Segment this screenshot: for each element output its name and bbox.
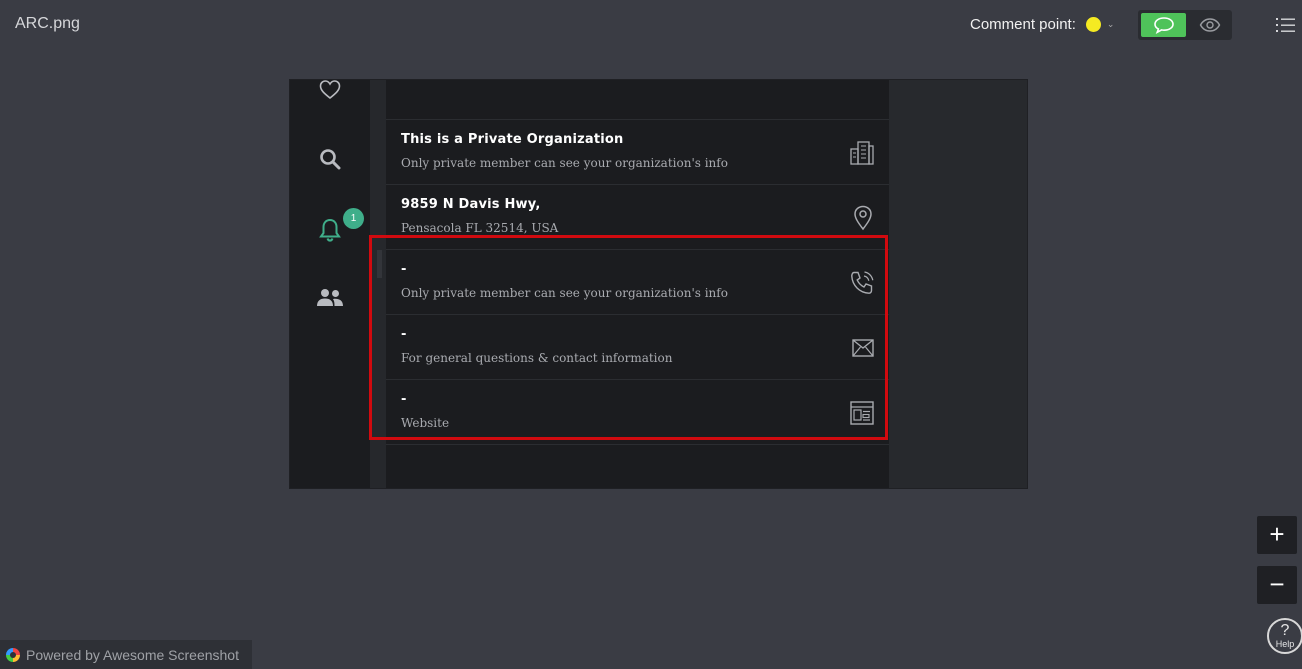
list-divider [386,444,889,488]
speech-bubble-icon [1153,17,1174,34]
comment-color-swatch[interactable] [1085,17,1101,32]
row-subtitle: Pensacola FL 32514, USA [401,221,559,235]
powered-by-footer[interactable]: Powered by Awesome Screenshot [0,640,252,669]
view-mode-button[interactable] [1190,13,1230,37]
heart-icon[interactable] [319,80,341,105]
row-title: 9859 N Davis Hwy, [401,197,541,212]
view-mode-toggle[interactable] [1138,10,1232,40]
users-icon[interactable] [316,288,344,313]
row-title: This is a Private Organization [401,132,624,147]
building-icon [849,140,875,171]
list-menu-icon[interactable] [1276,17,1296,38]
row-subtitle: Only private member can see your organiz… [401,156,728,170]
search-icon[interactable] [319,148,341,175]
eye-icon [1199,18,1221,32]
comment-point-selector[interactable]: Comment point: ⌄ [970,16,1114,33]
help-button[interactable]: ? Help [1267,618,1302,654]
help-label: Help [1275,639,1295,649]
highlight-annotation-box[interactable] [369,235,888,440]
powered-by-text: Powered by Awesome Screenshot [26,646,239,663]
bell-icon[interactable] [319,218,341,247]
question-mark-icon: ? [1280,622,1290,639]
list-item[interactable]: This is a Private Organization Only priv… [386,119,889,184]
notification-badge: 1 [343,208,364,229]
file-title: ARC.png [15,15,80,32]
location-pin-icon [851,205,875,236]
zoom-out-button[interactable]: − [1257,566,1297,604]
comment-mode-button[interactable] [1141,13,1186,37]
awesome-screenshot-logo-icon [6,647,20,662]
chevron-down-icon[interactable]: ⌄ [1107,19,1115,30]
app-sidebar: 1 [290,80,370,488]
comment-point-label: Comment point: [970,16,1076,33]
zoom-in-button[interactable]: + [1257,516,1297,554]
